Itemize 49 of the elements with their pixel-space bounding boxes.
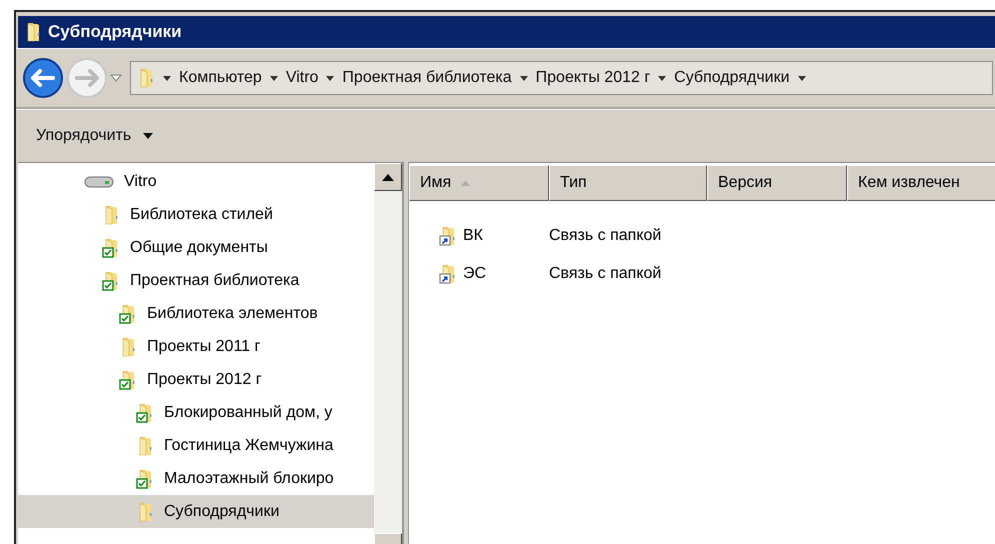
breadcrumb-item[interactable]: Проекты 2012 г bbox=[536, 69, 650, 87]
breadcrumb-item[interactable]: Компьютер bbox=[179, 69, 262, 87]
scroll-down-button[interactable] bbox=[374, 533, 402, 544]
address-field[interactable]: Компьютер Vitro Проектная библиотека Проекты 2012 г Субподрядчики bbox=[130, 61, 993, 95]
synced-folder-icon bbox=[136, 402, 154, 424]
caret-icon[interactable] bbox=[798, 76, 806, 80]
caret-icon[interactable] bbox=[326, 76, 334, 80]
file-type: Связь с папкой bbox=[549, 265, 662, 283]
scrollbar[interactable] bbox=[374, 163, 404, 544]
breadcrumb-item[interactable]: Vitro bbox=[286, 69, 318, 87]
synced-folder-icon bbox=[102, 270, 120, 292]
caret-icon[interactable] bbox=[270, 76, 278, 80]
caret-icon[interactable] bbox=[520, 76, 528, 80]
tree-item[interactable]: Проекты 2012 г bbox=[18, 363, 374, 396]
synced-folder-icon bbox=[136, 468, 154, 490]
up-arrow-icon bbox=[382, 174, 394, 180]
tree-item[interactable]: Проекты 2011 г bbox=[18, 330, 374, 363]
tree-item[interactable]: Проектная библиотека bbox=[18, 264, 374, 297]
caret-icon[interactable] bbox=[163, 76, 171, 80]
folder-shortcut-icon bbox=[439, 225, 457, 247]
drive-icon bbox=[84, 174, 114, 188]
synced-folder-icon bbox=[102, 236, 120, 258]
folder-shortcut-icon bbox=[439, 263, 457, 285]
synced-folder-icon bbox=[119, 302, 137, 324]
column-header[interactable]: Тип bbox=[549, 165, 707, 201]
organize-button[interactable]: Упорядочить bbox=[30, 123, 160, 149]
breadcrumb-item[interactable]: Проектная библиотека bbox=[342, 69, 512, 87]
caret-icon bbox=[143, 133, 154, 139]
file-name[interactable]: ВК bbox=[463, 227, 483, 245]
file-name[interactable]: ЭС bbox=[463, 265, 486, 283]
tree-item[interactable]: Субподрядчики bbox=[18, 495, 374, 528]
tree-item[interactable]: Библиотека элементов bbox=[18, 297, 374, 330]
caret-icon[interactable] bbox=[658, 76, 666, 80]
tree-item[interactable]: Блокированный дом, у bbox=[18, 396, 374, 429]
tree-item[interactable]: Vitro bbox=[18, 165, 374, 198]
file-type: Связь с папкой bbox=[549, 227, 662, 245]
tree-item[interactable]: Малоэтажный блокиро bbox=[18, 462, 374, 495]
column-header[interactable]: Кем извлечен bbox=[847, 165, 995, 201]
column-header[interactable]: Версия bbox=[707, 165, 847, 201]
synced-folder-icon bbox=[119, 368, 137, 390]
back-button[interactable] bbox=[22, 57, 64, 99]
sort-arrow-icon bbox=[461, 180, 470, 186]
column-header[interactable]: Имя bbox=[409, 165, 549, 201]
breadcrumb-item[interactable]: Субподрядчики bbox=[674, 69, 790, 87]
tree-item[interactable]: Общие документы bbox=[18, 231, 374, 264]
window-title: Субподрядчики bbox=[48, 22, 182, 42]
scroll-up-button[interactable] bbox=[374, 163, 402, 191]
tree-item[interactable]: Гостиница Жемчужина bbox=[18, 429, 374, 462]
tree-item[interactable]: Библиотека стилей bbox=[18, 198, 374, 231]
